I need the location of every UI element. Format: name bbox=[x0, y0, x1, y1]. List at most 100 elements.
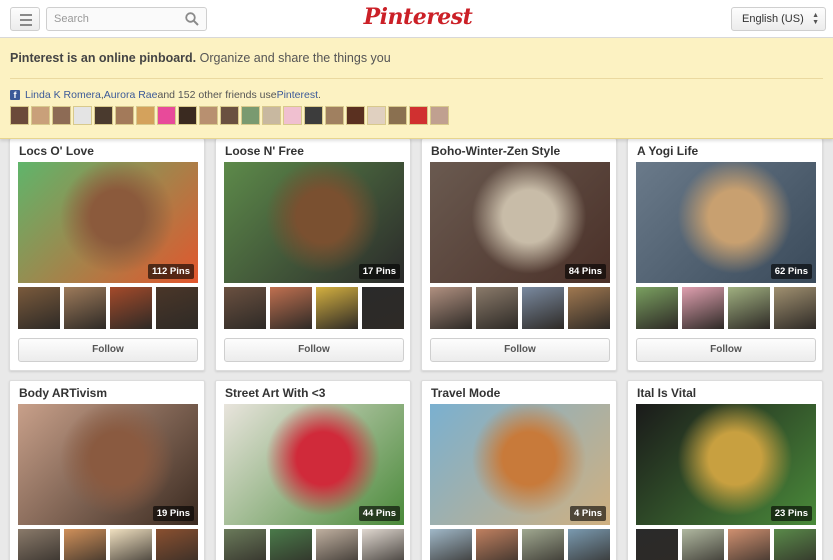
pin-thumbnail[interactable] bbox=[568, 287, 610, 329]
follow-button[interactable]: Follow bbox=[224, 338, 404, 362]
avatar[interactable] bbox=[409, 106, 428, 125]
follow-button[interactable]: Follow bbox=[430, 338, 610, 362]
pin-thumbnail[interactable] bbox=[224, 529, 266, 560]
board-title[interactable]: Locs O' Love bbox=[19, 144, 94, 158]
pin-thumbnail[interactable] bbox=[636, 287, 678, 329]
pin-thumbnail[interactable] bbox=[430, 287, 472, 329]
board-cover-image[interactable]: 84 Pins bbox=[430, 162, 610, 283]
avatar[interactable] bbox=[136, 106, 155, 125]
top-header: Pinterest English (US) ▲▼ bbox=[0, 0, 833, 38]
pin-thumbnail[interactable] bbox=[362, 529, 404, 560]
pin-thumbnail[interactable] bbox=[270, 287, 312, 329]
pin-thumbnail[interactable] bbox=[476, 529, 518, 560]
pin-thumbnail[interactable] bbox=[568, 529, 610, 560]
pin-thumbnail[interactable] bbox=[64, 529, 106, 560]
avatar[interactable] bbox=[115, 106, 134, 125]
avatar[interactable] bbox=[94, 106, 113, 125]
board-title[interactable]: Street Art With <3 bbox=[225, 386, 325, 400]
pin-thumbnail[interactable] bbox=[476, 287, 518, 329]
avatar[interactable] bbox=[241, 106, 260, 125]
board-cover-image[interactable]: 62 Pins bbox=[636, 162, 816, 283]
avatar[interactable] bbox=[52, 106, 71, 125]
avatar[interactable] bbox=[367, 106, 386, 125]
pin-thumbnail[interactable] bbox=[224, 287, 266, 329]
board-cover-image[interactable]: 44 Pins bbox=[224, 404, 404, 525]
friend-link-1[interactable]: Linda K Romera bbox=[25, 89, 101, 101]
avatar[interactable] bbox=[31, 106, 50, 125]
avatar[interactable] bbox=[199, 106, 218, 125]
board-card[interactable]: Locs O' Love 112 Pins Follow bbox=[9, 138, 205, 371]
board-thumbnails bbox=[224, 529, 404, 560]
avatar[interactable] bbox=[73, 106, 92, 125]
board-cover-image[interactable]: 112 Pins bbox=[18, 162, 198, 283]
board-cover-image[interactable]: 23 Pins bbox=[636, 404, 816, 525]
pin-thumbnail[interactable] bbox=[728, 287, 770, 329]
board-card[interactable]: Ital Is Vital 23 Pins bbox=[627, 380, 823, 560]
board-thumbnails bbox=[430, 287, 610, 329]
pin-thumbnail[interactable] bbox=[270, 529, 312, 560]
avatar[interactable] bbox=[178, 106, 197, 125]
banner-intro-bold: Pinterest is an online pinboard. bbox=[10, 51, 197, 65]
pin-thumbnail[interactable] bbox=[316, 529, 358, 560]
board-cover-image[interactable]: 17 Pins bbox=[224, 162, 404, 283]
pin-thumbnail[interactable] bbox=[522, 287, 564, 329]
pin-thumbnail[interactable] bbox=[682, 287, 724, 329]
pin-thumbnail[interactable] bbox=[522, 529, 564, 560]
pin-thumbnail[interactable] bbox=[110, 529, 152, 560]
pin-thumbnail[interactable] bbox=[774, 287, 816, 329]
avatar[interactable] bbox=[388, 106, 407, 125]
friends-middle-text: and 152 other friends use bbox=[157, 89, 277, 101]
pin-thumbnail[interactable] bbox=[64, 287, 106, 329]
follow-button[interactable]: Follow bbox=[636, 338, 816, 362]
avatar[interactable] bbox=[283, 106, 302, 125]
board-title[interactable]: Loose N' Free bbox=[225, 144, 304, 158]
avatar[interactable] bbox=[304, 106, 323, 125]
pin-thumbnail[interactable] bbox=[682, 529, 724, 560]
board-title[interactable]: A Yogi Life bbox=[637, 144, 698, 158]
menu-button[interactable] bbox=[10, 7, 40, 31]
avatar[interactable] bbox=[430, 106, 449, 125]
pin-thumbnail[interactable] bbox=[636, 529, 678, 560]
avatar[interactable] bbox=[262, 106, 281, 125]
pin-thumbnail[interactable] bbox=[156, 287, 198, 329]
avatar[interactable] bbox=[325, 106, 344, 125]
hamburger-icon-bar bbox=[20, 24, 32, 26]
search-input[interactable] bbox=[47, 8, 177, 30]
board-card[interactable]: Street Art With <3 44 Pins bbox=[215, 380, 411, 560]
friend-link-2[interactable]: Aurora Rae bbox=[104, 89, 158, 101]
avatar[interactable] bbox=[346, 106, 365, 125]
board-title[interactable]: Ital Is Vital bbox=[637, 386, 696, 400]
avatar[interactable] bbox=[157, 106, 176, 125]
board-title[interactable]: Travel Mode bbox=[431, 386, 500, 400]
board-title[interactable]: Boho-Winter-Zen Style bbox=[431, 144, 560, 158]
board-title[interactable]: Body ARTivism bbox=[19, 386, 107, 400]
board-cover-image[interactable]: 19 Pins bbox=[18, 404, 198, 525]
pin-thumbnail[interactable] bbox=[110, 287, 152, 329]
follow-button[interactable]: Follow bbox=[18, 338, 198, 362]
board-thumbnails bbox=[18, 529, 198, 560]
pin-thumbnail[interactable] bbox=[18, 529, 60, 560]
pin-thumbnail[interactable] bbox=[18, 287, 60, 329]
board-thumbnails bbox=[18, 287, 198, 329]
signup-banner: Pinterest is an online pinboard. Organiz… bbox=[0, 38, 833, 139]
search-icon[interactable] bbox=[184, 11, 200, 27]
avatar[interactable] bbox=[220, 106, 239, 125]
avatar[interactable] bbox=[10, 106, 29, 125]
pin-thumbnail[interactable] bbox=[156, 529, 198, 560]
pin-thumbnail[interactable] bbox=[774, 529, 816, 560]
pin-thumbnail[interactable] bbox=[728, 529, 770, 560]
board-card[interactable]: Travel Mode 4 Pins bbox=[421, 380, 617, 560]
board-card[interactable]: Loose N' Free 17 Pins Follow bbox=[215, 138, 411, 371]
board-card[interactable]: Body ARTivism 19 Pins bbox=[9, 380, 205, 560]
board-card[interactable]: Boho-Winter-Zen Style 84 Pins Follow bbox=[421, 138, 617, 371]
board-cover-image[interactable]: 4 Pins bbox=[430, 404, 610, 525]
pin-thumbnail[interactable] bbox=[362, 287, 404, 329]
hamburger-icon bbox=[20, 14, 32, 16]
language-select[interactable]: English (US) ▲ ▼ bbox=[731, 7, 826, 31]
pin-count-badge: 112 Pins bbox=[147, 264, 194, 279]
pinterest-link[interactable]: Pinterest bbox=[277, 89, 318, 101]
board-card[interactable]: A Yogi Life 62 Pins Follow bbox=[627, 138, 823, 371]
pinterest-logo[interactable]: Pinterest bbox=[358, 4, 478, 34]
pin-thumbnail[interactable] bbox=[430, 529, 472, 560]
pin-thumbnail[interactable] bbox=[316, 287, 358, 329]
